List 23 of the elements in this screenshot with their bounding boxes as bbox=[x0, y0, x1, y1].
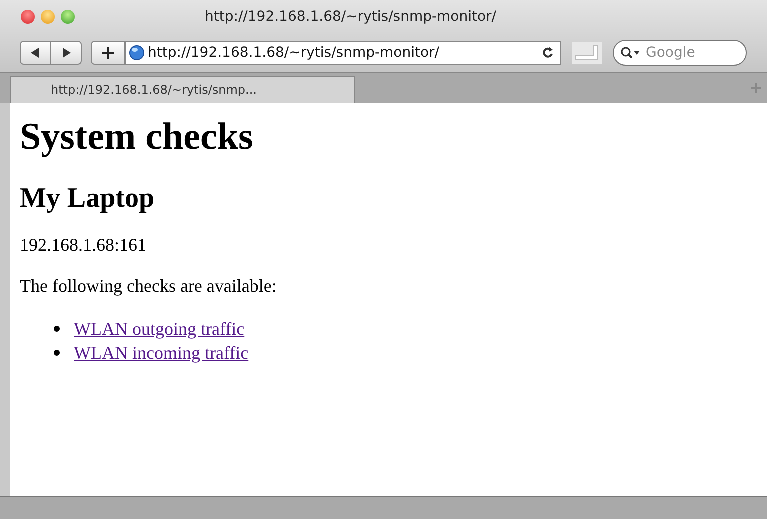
right-arrow-icon bbox=[62, 48, 70, 58]
search-field[interactable]: Google bbox=[613, 40, 747, 66]
snapback-icon[interactable] bbox=[570, 40, 604, 66]
bullet-icon bbox=[54, 326, 60, 332]
device-heading: My Laptop bbox=[20, 183, 156, 215]
left-arrow-icon bbox=[31, 48, 40, 58]
add-bookmark-button[interactable] bbox=[91, 41, 125, 65]
forward-button[interactable] bbox=[51, 41, 82, 65]
page-heading: System checks bbox=[20, 115, 254, 159]
globe-icon bbox=[129, 45, 145, 61]
bullet-icon bbox=[54, 350, 60, 356]
close-button[interactable] bbox=[21, 10, 35, 24]
back-button[interactable] bbox=[20, 41, 51, 65]
browser-tab[interactable]: http://192.168.1.68/~rytis/snmp... bbox=[10, 76, 355, 103]
address-field[interactable]: http://192.168.1.68/~rytis/snmp-monitor/ bbox=[125, 41, 561, 65]
reload-icon[interactable] bbox=[542, 47, 554, 59]
device-address: 192.168.1.68:161 bbox=[20, 235, 148, 256]
plus-icon bbox=[102, 47, 114, 59]
window-title: http://192.168.1.68/~rytis/snmp-monitor/ bbox=[205, 9, 497, 25]
check-link[interactable]: WLAN incoming traffic bbox=[74, 342, 249, 364]
zoom-button[interactable] bbox=[61, 10, 75, 24]
check-link[interactable]: WLAN outgoing traffic bbox=[74, 318, 245, 340]
intro-text: The following checks are available: bbox=[20, 276, 278, 297]
